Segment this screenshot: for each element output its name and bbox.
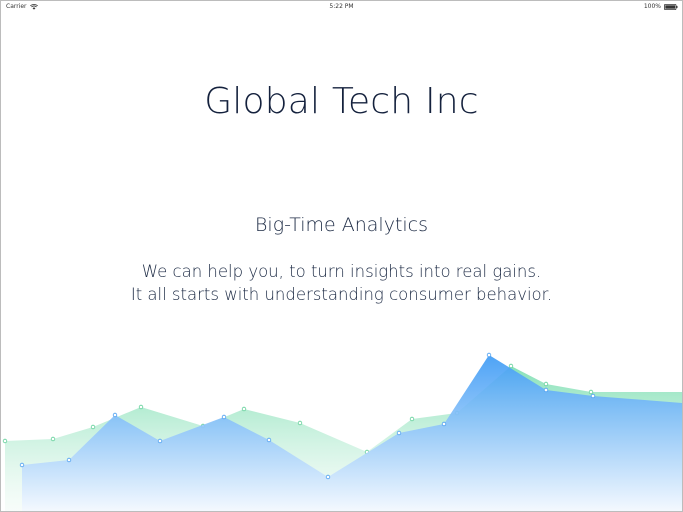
data-point-1-1 <box>2 438 8 444</box>
data-point-1-7 <box>297 420 303 426</box>
data-point-2-3 <box>112 412 118 418</box>
data-point-1-13 <box>588 389 594 395</box>
data-point-2-12 <box>590 393 596 399</box>
data-point-2-2 <box>66 457 72 463</box>
status-time: 5:22 PM <box>329 3 354 10</box>
tagline-line-2: It all starts with understanding consume… <box>130 285 553 304</box>
data-point-1-2 <box>50 436 56 442</box>
data-point-1-4 <box>138 404 144 410</box>
tagline-line-1: We can help you, to turn insights into r… <box>141 262 542 281</box>
data-point-1-9 <box>409 416 415 422</box>
app-screen: Carrier 5:22 PM 100% Global Tech Inc Big… <box>0 0 683 512</box>
status-right: 100% <box>644 3 678 10</box>
company-title: Global Tech Inc <box>204 81 479 122</box>
data-point-2-11 <box>543 387 549 393</box>
series-area-2 <box>22 355 682 511</box>
data-point-2-10 <box>486 352 492 358</box>
data-point-1-6 <box>241 406 247 412</box>
data-point-2-8 <box>396 430 402 436</box>
data-point-2-7 <box>325 474 331 480</box>
data-point-2-1 <box>19 462 25 468</box>
data-point-1-12 <box>543 381 549 387</box>
data-point-1-3 <box>90 424 96 430</box>
data-point-2-6 <box>266 437 272 443</box>
status-bar: Carrier 5:22 PM 100% <box>1 1 682 12</box>
battery-percent: 100% <box>643 3 661 10</box>
product-subtitle: Big-Time Analytics <box>254 214 429 236</box>
decorative-area-chart <box>2 352 682 511</box>
data-point-1-11 <box>508 363 514 369</box>
data-point-2-5 <box>221 414 227 420</box>
tagline: We can help you, to turn insights into r… <box>1 260 682 306</box>
data-point-2-4 <box>157 438 163 444</box>
data-point-2-9 <box>441 421 447 427</box>
battery-icon <box>664 3 678 10</box>
